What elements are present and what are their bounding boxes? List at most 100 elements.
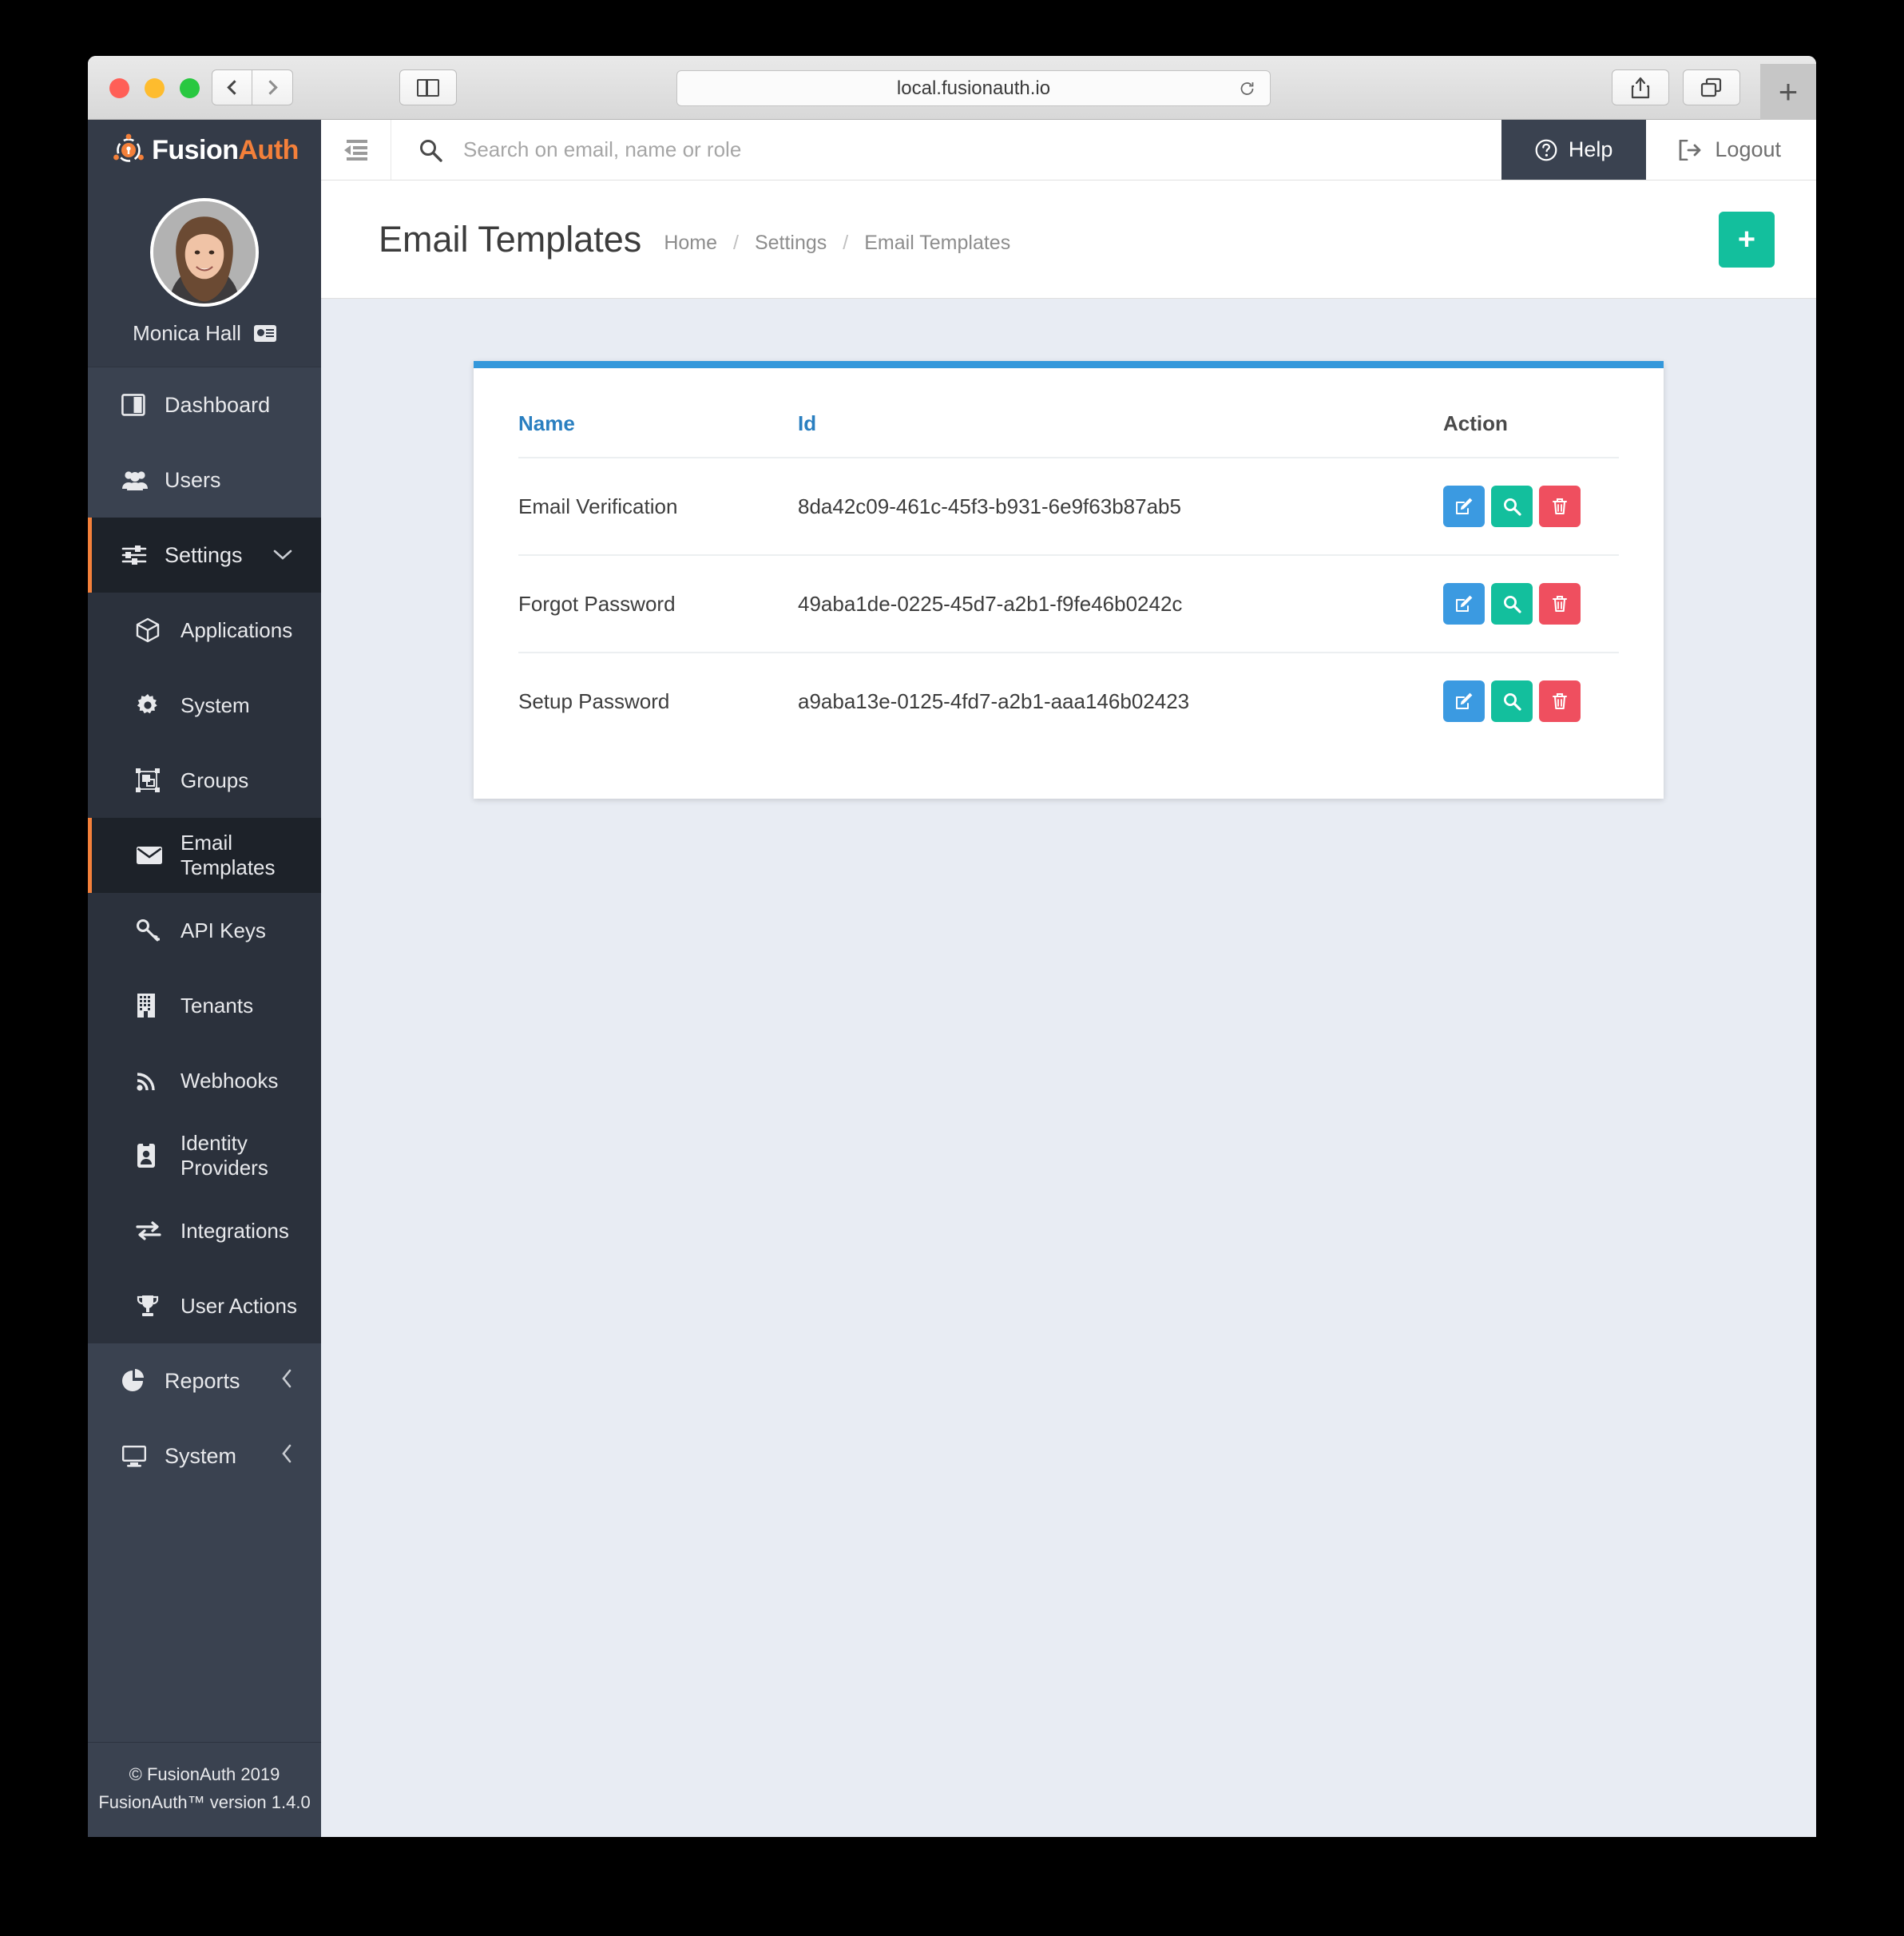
sidebar-item-reports[interactable]: Reports xyxy=(88,1343,321,1418)
sidebar-item-api-keys[interactable]: API Keys xyxy=(88,893,321,968)
sidebar-item-system-settings[interactable]: System xyxy=(88,668,321,743)
sidebar-item-label: System xyxy=(165,1444,236,1469)
row-action-group xyxy=(1443,583,1619,625)
users-group-icon xyxy=(121,470,158,490)
delete-button[interactable] xyxy=(1539,486,1581,527)
collapse-sidebar-button[interactable] xyxy=(321,120,391,180)
collapse-sidebar-icon xyxy=(343,139,369,161)
reload-icon[interactable] xyxy=(1239,80,1255,97)
cell-id: a9aba13e-0125-4fd7-a2b1-aaa146b02423 xyxy=(798,653,1443,749)
url-text: local.fusionauth.io xyxy=(897,77,1050,100)
sidebar-item-groups[interactable]: Groups xyxy=(88,743,321,818)
sidebar-footer: © FusionAuth 2019 FusionAuth™ version 1.… xyxy=(88,1742,321,1837)
edit-button[interactable] xyxy=(1443,680,1485,722)
table-body: Email Verification 8da42c09-461c-45f3-b9… xyxy=(518,458,1619,749)
sidebar-item-applications[interactable]: Applications xyxy=(88,593,321,668)
show-tabs-icon xyxy=(1700,77,1723,98)
address-bar[interactable]: local.fusionauth.io xyxy=(676,70,1271,106)
rss-icon xyxy=(136,1069,173,1092)
help-button[interactable]: Help xyxy=(1501,120,1647,180)
row-action-group xyxy=(1443,486,1619,527)
table-header-row: Name Id Action xyxy=(518,405,1619,458)
magnifier-icon xyxy=(1502,594,1521,613)
key-icon xyxy=(136,918,173,942)
sidebar-item-label: Applications xyxy=(180,618,292,643)
profile-name-row[interactable]: Monica Hall xyxy=(88,321,321,346)
sidebar-item-integrations[interactable]: Integrations xyxy=(88,1193,321,1268)
desktop-icon xyxy=(121,1445,158,1467)
new-tab-button[interactable]: + xyxy=(1760,64,1816,120)
edit-button[interactable] xyxy=(1443,486,1485,527)
brand-logo[interactable]: FusionAuth xyxy=(88,120,321,181)
column-header-name[interactable]: Name xyxy=(518,405,798,458)
logout-label: Logout xyxy=(1715,137,1781,162)
sidebar-item-identity-providers[interactable]: Identity Providers xyxy=(88,1118,321,1193)
sidebar-item-tenants[interactable]: Tenants xyxy=(88,968,321,1043)
sidebar-item-user-actions[interactable]: User Actions xyxy=(88,1268,321,1343)
main-area: Help Logout Email Templates Home / Setti… xyxy=(321,120,1816,1837)
delete-button[interactable] xyxy=(1539,583,1581,625)
sidebar-item-label: Groups xyxy=(180,768,248,793)
view-button[interactable] xyxy=(1491,680,1533,722)
edit-pencil-icon xyxy=(1454,497,1474,516)
show-tabs-button[interactable] xyxy=(1683,69,1740,105)
content-area: Name Id Action Email Verification 8da42c… xyxy=(321,299,1816,1837)
share-button[interactable] xyxy=(1612,69,1669,105)
search-input[interactable] xyxy=(463,137,1501,162)
chevron-left-icon xyxy=(281,1444,292,1468)
breadcrumb: Home / Settings / Email Templates xyxy=(664,232,1010,255)
view-button[interactable] xyxy=(1491,486,1533,527)
cell-id: 49aba1de-0225-45d7-a2b1-f9fe46b0242c xyxy=(798,555,1443,653)
pie-chart-icon xyxy=(121,1369,158,1393)
sidebar-item-users[interactable]: Users xyxy=(88,442,321,518)
breadcrumb-separator: / xyxy=(733,232,739,255)
question-circle-icon xyxy=(1535,139,1557,161)
table-head: Name Id Action xyxy=(518,405,1619,458)
cell-actions xyxy=(1443,458,1619,555)
table-row: Email Verification 8da42c09-461c-45f3-b9… xyxy=(518,458,1619,555)
sidebar-item-email-templates[interactable]: Email Templates xyxy=(88,818,321,893)
sidebar-item-system[interactable]: System xyxy=(88,1418,321,1494)
sidebar-item-label: Settings xyxy=(165,543,243,568)
back-button[interactable] xyxy=(212,69,252,105)
forward-button[interactable] xyxy=(252,69,293,105)
delete-button[interactable] xyxy=(1539,680,1581,722)
trash-icon xyxy=(1551,594,1569,613)
brand-text-second: Auth xyxy=(239,135,299,165)
browser-window: local.fusionauth.io + xyxy=(88,56,1816,1837)
browser-titlebar: local.fusionauth.io + xyxy=(88,56,1816,120)
sidebar-item-label: Identity Providers xyxy=(180,1131,321,1180)
breadcrumb-item-current: Email Templates xyxy=(864,232,1010,255)
magnifier-icon xyxy=(1502,497,1521,516)
breadcrumb-item-settings[interactable]: Settings xyxy=(755,232,827,255)
sidebar-item-label: Dashboard xyxy=(165,393,270,418)
table-row: Setup Password a9aba13e-0125-4fd7-a2b1-a… xyxy=(518,653,1619,749)
maximize-window-button[interactable] xyxy=(180,78,200,98)
chevron-left-icon xyxy=(281,1369,292,1393)
sidebar-panel-icon xyxy=(417,79,439,97)
sidebar-item-settings[interactable]: Settings xyxy=(88,518,321,593)
column-header-id[interactable]: Id xyxy=(798,405,1443,458)
breadcrumb-item-home[interactable]: Home xyxy=(664,232,717,255)
browser-sidebar-toggle-button[interactable] xyxy=(399,69,457,105)
page-title: Email Templates xyxy=(379,219,641,260)
plus-icon: + xyxy=(1738,224,1755,255)
edit-pencil-icon xyxy=(1454,692,1474,711)
view-button[interactable] xyxy=(1491,583,1533,625)
add-template-button[interactable]: + xyxy=(1719,212,1775,268)
close-window-button[interactable] xyxy=(109,78,129,98)
sidebar-item-label: Users xyxy=(165,468,221,493)
search-container xyxy=(391,120,1501,180)
chevron-right-icon xyxy=(263,80,277,94)
sidebar-item-webhooks[interactable]: Webhooks xyxy=(88,1043,321,1118)
minimize-window-button[interactable] xyxy=(145,78,165,98)
sidebar-item-dashboard[interactable]: Dashboard xyxy=(88,367,321,442)
sidebar-item-label: Email Templates xyxy=(180,831,321,880)
topbar: Help Logout xyxy=(321,120,1816,181)
edit-button[interactable] xyxy=(1443,583,1485,625)
footer-version: FusionAuth™ version 1.4.0 xyxy=(88,1788,321,1816)
cell-name: Email Verification xyxy=(518,458,798,555)
avatar[interactable] xyxy=(150,198,259,307)
chevron-left-icon xyxy=(227,80,241,94)
logout-button[interactable]: Logout xyxy=(1646,120,1816,180)
